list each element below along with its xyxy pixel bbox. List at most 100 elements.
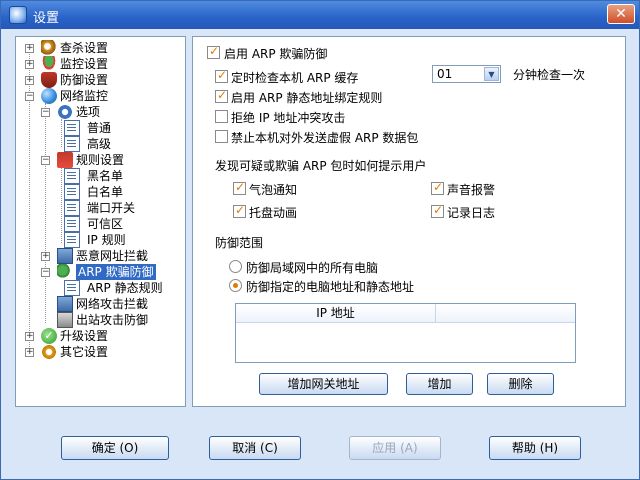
tree-item-arp-defense[interactable]: − ARP 欺骗防御 bbox=[41, 264, 181, 280]
monitor-icon bbox=[57, 248, 73, 264]
umbrella-icon bbox=[41, 56, 57, 72]
reject-conflict-checkbox[interactable] bbox=[215, 110, 228, 123]
rules-icon bbox=[57, 152, 73, 168]
tree-item-port-switch[interactable]: 端口开关 bbox=[64, 200, 164, 216]
tree-item-network-attack[interactable]: 网络攻击拦截 bbox=[41, 296, 181, 312]
tree-item-advanced[interactable]: 高级 bbox=[64, 136, 164, 152]
tree-item-malicious-url[interactable]: + 恶意网址拦截 bbox=[41, 248, 181, 264]
tree-label: 恶意网址拦截 bbox=[76, 249, 149, 263]
tree-item-whitelist[interactable]: 白名单 bbox=[64, 184, 164, 200]
close-button[interactable]: ✕ bbox=[607, 4, 635, 24]
apply-button[interactable]: 应用 (A) bbox=[349, 436, 441, 460]
settings-window: 设置 ✕ + 查杀设置 + 监控设置 + 防御设置 − 网络监控 − 选项 普通… bbox=[0, 0, 640, 480]
timed-check-checkbox[interactable] bbox=[215, 68, 228, 83]
search-icon bbox=[41, 40, 57, 56]
collapse-icon[interactable]: − bbox=[25, 92, 34, 101]
tree-item-trusted-zone[interactable]: 可信区 bbox=[64, 216, 164, 232]
globe-icon bbox=[41, 88, 57, 104]
expand-icon[interactable]: + bbox=[41, 252, 50, 261]
tree-item-monitor-settings[interactable]: + 监控设置 bbox=[25, 56, 175, 72]
expand-icon[interactable]: + bbox=[25, 44, 34, 53]
monitor-icon bbox=[57, 312, 73, 328]
tray-animation-checkbox[interactable] bbox=[233, 203, 246, 218]
tree-label: 规则设置 bbox=[76, 153, 125, 167]
tree-label: 出站攻击防御 bbox=[76, 313, 149, 327]
tree-label-selected: ARP 欺骗防御 bbox=[76, 264, 156, 280]
tree-item-normal[interactable]: 普通 bbox=[64, 120, 164, 136]
tree-item-outbound-attack[interactable]: 出站攻击防御 bbox=[41, 312, 181, 328]
settings-tree: + 查杀设置 + 监控设置 + 防御设置 − 网络监控 − 选项 普通 高级 −… bbox=[15, 36, 186, 407]
tree-label: 防御设置 bbox=[60, 73, 109, 87]
collapse-icon[interactable]: − bbox=[41, 156, 50, 165]
cancel-button[interactable]: 取消 (C) bbox=[209, 436, 301, 460]
shield-icon bbox=[41, 72, 57, 88]
gear-icon bbox=[41, 344, 57, 360]
tray-animation-label: 托盘动画 bbox=[249, 206, 298, 220]
tree-label: IP 规则 bbox=[87, 233, 126, 247]
collapse-icon[interactable]: − bbox=[41, 108, 50, 117]
expand-icon[interactable]: + bbox=[25, 348, 34, 357]
block-fake-arp-checkbox[interactable] bbox=[215, 130, 228, 143]
scope-all-label: 防御局域网中的所有电脑 bbox=[246, 261, 379, 275]
tree-item-scan-settings[interactable]: + 查杀设置 bbox=[25, 40, 175, 56]
tree-label: 查杀设置 bbox=[60, 41, 109, 55]
chevron-down-icon[interactable]: ▼ bbox=[484, 67, 499, 81]
tree-label: ARP 静态规则 bbox=[87, 281, 163, 295]
notify-heading: 发现可疑或欺骗 ARP 包时如何提示用户 bbox=[215, 159, 427, 173]
tree-label: 选项 bbox=[76, 105, 101, 119]
help-button[interactable]: 帮助 (H) bbox=[489, 436, 581, 460]
expand-icon[interactable]: + bbox=[25, 332, 34, 341]
sound-alarm-checkbox[interactable] bbox=[431, 180, 444, 195]
delete-button[interactable]: 删除 bbox=[487, 373, 554, 395]
tree-label: 白名单 bbox=[87, 185, 124, 199]
interval-select[interactable]: 01 ▼ bbox=[432, 65, 501, 83]
tree-label: 黑名单 bbox=[87, 169, 124, 183]
collapse-icon[interactable]: − bbox=[41, 268, 50, 277]
monitor-icon bbox=[57, 296, 73, 312]
expand-icon[interactable]: + bbox=[25, 60, 34, 69]
bubble-notify-label: 气泡通知 bbox=[249, 183, 298, 197]
tree-item-options[interactable]: − 选项 bbox=[41, 104, 171, 120]
tree-item-blacklist[interactable]: 黑名单 bbox=[64, 168, 164, 184]
bubble-notify-checkbox[interactable] bbox=[233, 180, 246, 195]
tree-item-rules[interactable]: − 规则设置 bbox=[41, 152, 171, 168]
scope-heading: 防御范围 bbox=[215, 236, 264, 250]
tree-item-other[interactable]: + 其它设置 bbox=[25, 344, 175, 360]
tree-label: 其它设置 bbox=[60, 345, 109, 359]
ok-button[interactable]: 确定 (O) bbox=[61, 436, 169, 460]
static-bind-checkbox[interactable] bbox=[215, 88, 228, 103]
tree-label: 升级设置 bbox=[60, 329, 109, 343]
enable-arp-checkbox[interactable] bbox=[207, 44, 220, 59]
reject-conflict-label: 拒绝 IP 地址冲突攻击 bbox=[231, 111, 346, 125]
tree-item-ip-rules[interactable]: IP 规则 bbox=[64, 232, 164, 248]
tree-item-upgrade[interactable]: + ✓ 升级设置 bbox=[25, 328, 175, 344]
tree-label: 高级 bbox=[87, 137, 112, 151]
add-button[interactable]: 增加 bbox=[406, 373, 473, 395]
tree-item-arp-static[interactable]: ARP 静态规则 bbox=[64, 280, 184, 296]
tree-label: 端口开关 bbox=[87, 201, 136, 215]
arp-settings-panel: 启用 ARP 欺骗防御 定时检查本机 ARP 缓存 01 ▼ 分钟检查一次 启用… bbox=[192, 36, 626, 407]
ip-address-table[interactable]: IP 地址 bbox=[235, 303, 576, 363]
tree-label: 网络监控 bbox=[60, 89, 109, 103]
document-icon bbox=[64, 136, 80, 152]
scope-specified-radio[interactable] bbox=[229, 279, 242, 292]
static-bind-label: 启用 ARP 静态地址绑定规则 bbox=[231, 91, 383, 105]
tree-item-defense-settings[interactable]: + 防御设置 bbox=[25, 72, 175, 88]
ip-address-column-header[interactable]: IP 地址 bbox=[236, 304, 436, 323]
tree-label: 可信区 bbox=[87, 217, 124, 231]
add-gateway-button[interactable]: 增加网关地址 bbox=[259, 373, 388, 395]
tree-label: 网络攻击拦截 bbox=[76, 297, 149, 311]
document-icon bbox=[64, 168, 80, 184]
window-title: 设置 bbox=[33, 11, 60, 26]
title-bar[interactable]: 设置 ✕ bbox=[1, 1, 639, 29]
block-fake-arp-label: 禁止本机对外发送虚假 ARP 数据包 bbox=[231, 131, 419, 145]
document-icon bbox=[64, 120, 80, 136]
tree-label: 普通 bbox=[87, 121, 112, 135]
record-log-checkbox[interactable] bbox=[431, 203, 444, 218]
document-icon bbox=[64, 184, 80, 200]
scope-all-radio[interactable] bbox=[229, 260, 242, 273]
tree-label: 监控设置 bbox=[60, 57, 109, 71]
document-icon bbox=[64, 232, 80, 248]
tree-item-network-monitor[interactable]: − 网络监控 bbox=[25, 88, 175, 104]
expand-icon[interactable]: + bbox=[25, 76, 34, 85]
